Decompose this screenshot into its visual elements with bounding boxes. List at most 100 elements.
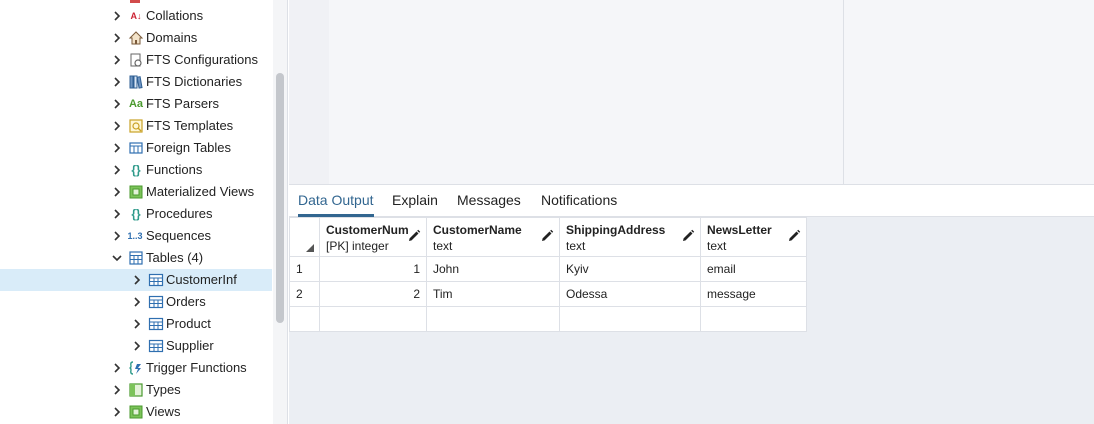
chevron-right-icon[interactable] <box>111 362 123 374</box>
table-icon <box>148 273 164 287</box>
chevron-down-icon[interactable] <box>111 252 123 264</box>
chevron-right-icon[interactable] <box>111 384 123 396</box>
chevron-right-icon[interactable] <box>111 10 123 22</box>
chevron-right-icon[interactable] <box>111 98 123 110</box>
tree-item-table-supplier[interactable]: Supplier <box>0 335 272 357</box>
cell-shippingaddress[interactable]: Kyiv <box>559 256 701 282</box>
foreign-tables-icon <box>129 142 143 154</box>
tree-item-domains[interactable]: Domains <box>0 27 272 49</box>
sequences-icon: 1..3 <box>127 231 143 241</box>
views-icon <box>129 405 143 419</box>
tree-item-trigger-functions[interactable]: Trigger Functions <box>0 357 272 379</box>
fts-configurations-icon <box>130 53 142 67</box>
data-output-panel: CustomerNum [PK] integer CustomerName te… <box>289 217 1094 424</box>
chevron-right-icon[interactable] <box>131 296 143 308</box>
column-header-shippingaddress[interactable]: ShippingAddress text <box>559 217 701 257</box>
chevron-right-icon[interactable] <box>131 340 143 352</box>
chevron-right-icon[interactable] <box>131 318 143 330</box>
tree-item-fts-templates[interactable]: FTS Templates <box>0 115 272 137</box>
new-cell-newsletter[interactable] <box>700 306 807 332</box>
tree-item-label: FTS Dictionaries <box>146 74 243 89</box>
chevron-right-icon[interactable] <box>111 164 123 176</box>
select-all-corner[interactable] <box>289 217 320 257</box>
chevron-right-icon[interactable] <box>111 186 123 198</box>
tree-item-foreign-tables[interactable]: Foreign Tables <box>0 137 272 159</box>
materialized-views-icon <box>129 185 143 199</box>
new-cell-customername[interactable] <box>426 306 560 332</box>
tree-item-label: Collations <box>146 8 204 23</box>
chevron-right-icon[interactable] <box>111 54 123 66</box>
tree-item-types[interactable]: Types <box>0 379 272 401</box>
tree-item-label: Views <box>146 404 181 419</box>
tree-item-tables[interactable]: Tables (4) <box>0 247 272 269</box>
procedures-icon: {} <box>131 207 141 221</box>
tree-item-table-product[interactable]: Product <box>0 313 272 335</box>
tree-item-fts-dictionaries[interactable]: FTS Dictionaries <box>0 71 272 93</box>
chevron-right-icon[interactable] <box>131 274 143 286</box>
tree-item-fts-parsers[interactable]: Aa FTS Parsers <box>0 93 272 115</box>
cell-newsletter[interactable]: message <box>700 281 807 307</box>
cell-customernum[interactable]: 1 <box>319 256 427 282</box>
pencil-icon[interactable] <box>681 229 695 243</box>
table-row[interactable]: 1 1 John Kyiv email <box>289 256 807 282</box>
editor-panel-divider[interactable] <box>843 0 844 184</box>
tree-item-label: FTS Configurations <box>146 52 258 67</box>
chevron-right-icon[interactable] <box>111 120 123 132</box>
tree-item-materialized-views[interactable]: Materialized Views <box>0 181 272 203</box>
new-cell-customernum[interactable] <box>319 306 427 332</box>
collations-icon: A↓ <box>130 11 142 21</box>
fts-dictionaries-icon <box>129 75 143 89</box>
tab-data-output[interactable]: Data Output <box>298 185 374 217</box>
object-browser-tree: A↓ Collations Domains FTS Configurations… <box>0 0 288 424</box>
tree-item-fts-configurations[interactable]: FTS Configurations <box>0 49 272 71</box>
chevron-right-icon[interactable] <box>111 142 123 154</box>
tree-item-collations[interactable]: A↓ Collations <box>0 5 272 27</box>
chevron-right-icon[interactable] <box>111 208 123 220</box>
tree-item-sequences[interactable]: 1..3 Sequences <box>0 225 272 247</box>
cell-customername[interactable]: John <box>426 256 560 282</box>
tree-scrollbar-thumb[interactable] <box>276 73 284 323</box>
tab-explain[interactable]: Explain <box>392 185 438 217</box>
tab-messages[interactable]: Messages <box>457 185 521 217</box>
tree-item-label: FTS Parsers <box>146 96 219 111</box>
tree-item-label: Types <box>146 382 181 397</box>
new-cell-shippingaddress[interactable] <box>559 306 701 332</box>
row-number[interactable]: 2 <box>289 281 320 307</box>
new-row-number[interactable] <box>289 306 320 332</box>
column-header-newsletter[interactable]: NewsLetter text <box>700 217 807 257</box>
cell-shippingaddress[interactable]: Odessa <box>559 281 701 307</box>
cell-customername[interactable]: Tim <box>426 281 560 307</box>
row-number[interactable]: 1 <box>289 256 320 282</box>
tree-item-table-orders[interactable]: Orders <box>0 291 272 313</box>
pencil-icon[interactable] <box>407 229 421 243</box>
pencil-icon[interactable] <box>540 229 554 243</box>
tree-item-functions[interactable]: {} Functions <box>0 159 272 181</box>
tree-item-label: Sequences <box>146 228 212 243</box>
tree-item-label: Procedures <box>146 206 213 221</box>
tree-item-table-customerinf[interactable]: CustomerInf <box>0 269 272 291</box>
result-tabs-bar: Data Output Explain Messages Notificatio… <box>289 184 1094 217</box>
editor-gutter <box>289 0 329 184</box>
table-row[interactable]: 2 2 Tim Odessa message <box>289 281 807 307</box>
types-icon <box>129 383 143 397</box>
chevron-right-icon[interactable] <box>111 32 123 44</box>
pencil-icon[interactable] <box>787 229 801 243</box>
fts-parsers-icon: Aa <box>128 98 144 110</box>
column-header-customername[interactable]: CustomerName text <box>426 217 560 257</box>
new-row[interactable] <box>289 306 807 332</box>
query-editor[interactable] <box>289 0 1094 184</box>
column-name: NewsLetter <box>707 223 772 237</box>
tab-notifications[interactable]: Notifications <box>541 185 617 217</box>
tree-item-views[interactable]: Views <box>0 401 272 423</box>
column-header-customernum[interactable]: CustomerNum [PK] integer <box>319 217 427 257</box>
tree-item-procedures[interactable]: {} Procedures <box>0 203 272 225</box>
cell-customernum[interactable]: 2 <box>319 281 427 307</box>
column-type: text <box>566 239 586 253</box>
chevron-right-icon[interactable] <box>111 406 123 418</box>
tree-item-label: Foreign Tables <box>146 140 232 155</box>
chevron-right-icon[interactable] <box>111 76 123 88</box>
data-grid: CustomerNum [PK] integer CustomerName te… <box>289 217 807 332</box>
cell-newsletter[interactable]: email <box>700 256 807 282</box>
chevron-right-icon[interactable] <box>111 230 123 242</box>
tree-item-label: Domains <box>146 30 198 45</box>
